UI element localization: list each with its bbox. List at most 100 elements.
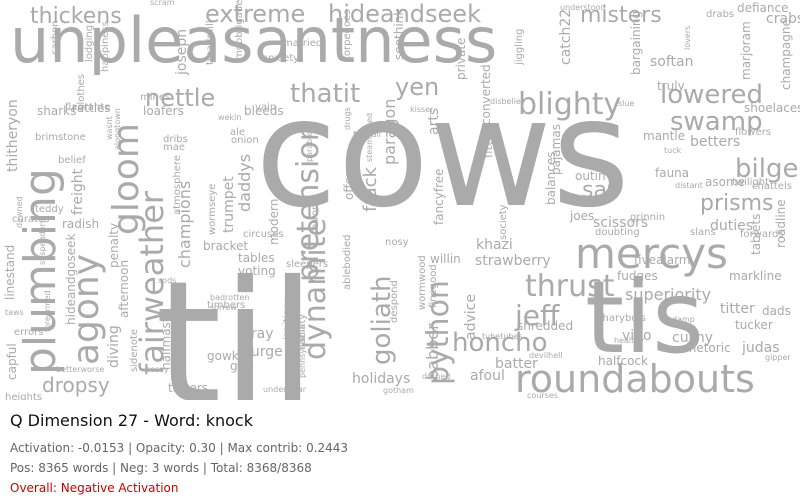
cloud-word: champagne [779, 19, 793, 90]
cloud-word: errors [14, 327, 43, 338]
cloud-word: sleepers [286, 259, 328, 270]
cloud-word: nosy [385, 237, 409, 248]
cloud-word: forwards [740, 229, 784, 240]
cloud-word: devilhell [529, 351, 563, 360]
cloud-word: bargaining [629, 11, 643, 75]
cloud-word: halfcock [598, 354, 648, 368]
cloud-word: bracket [203, 239, 248, 253]
cloud-word: torpedoes [342, 10, 353, 60]
cloud-word: marjoram [739, 21, 753, 80]
cloud-word: teddy [35, 204, 64, 215]
cloud-word: markline [729, 269, 782, 283]
cloud-word: vain [255, 102, 276, 113]
cloud-word: drugs [343, 107, 352, 130]
caption-overall: Overall: Negative Activation [10, 481, 179, 495]
cloud-word: wekin [218, 113, 241, 122]
caption-title: Q Dimension 27 - Word: knock [10, 411, 253, 430]
cloud-word: yen [395, 73, 439, 101]
cloud-word: gtfo [230, 359, 254, 373]
cloud-word: rhetoric [684, 341, 731, 355]
cloud-word: thatit [290, 79, 360, 109]
cloud-word: sods [158, 276, 176, 285]
cloud-word: thitheryon [5, 99, 21, 172]
cloud-word: wasnt [105, 116, 114, 140]
cloud-word: flowers [735, 127, 771, 138]
cloud-word: underwear [263, 385, 307, 394]
cloud-word: freight [70, 168, 86, 215]
cloud-word: society [498, 204, 509, 240]
cloud-word: carbon [50, 20, 61, 55]
cloud-word: tucker [735, 318, 773, 332]
cloud-word: wormseye [207, 184, 218, 235]
cloud-word: fivealarm [634, 253, 691, 267]
cloud-word: wormwood [417, 255, 428, 310]
caption-panel: Q Dimension 27 - Word: knock Activation:… [0, 400, 800, 500]
cloud-word: shoelaces [744, 101, 800, 115]
cloud-word: halfmast [159, 317, 173, 370]
cloud-word: doubting [595, 227, 640, 238]
cloud-word: paragon [380, 99, 399, 165]
cloud-word: hideandgoseek [64, 234, 78, 325]
cloud-word: ablebodied [342, 235, 353, 291]
cloud-word: grinnin [630, 212, 665, 223]
cloud-word: tuck [664, 146, 682, 155]
cloud-word: mae [163, 142, 185, 153]
cloud-word: mines [140, 92, 170, 103]
cloud-word: willin [430, 252, 461, 266]
cloud-word: brimstone [35, 132, 86, 143]
cloud-word: joes [569, 209, 594, 223]
cloud-word: seethink [392, 9, 406, 60]
cloud-word: trumpet [221, 176, 237, 233]
cloud-word: drabs [706, 9, 734, 20]
cloud-word: pennsylvania [298, 325, 307, 378]
cloud-word: catch22 [558, 9, 574, 65]
cloud-word: daddys [235, 154, 254, 212]
cloud-word: happiness [100, 21, 111, 72]
cloud-word: bray [242, 326, 274, 342]
cloud-word: belief [58, 155, 86, 166]
cloud-word: betters [690, 134, 740, 150]
cloud-word: linestand [3, 245, 17, 300]
cloud-word: treadmill [205, 20, 216, 65]
cloud-word: appointment [283, 299, 292, 350]
cloud-word: finegood [428, 264, 439, 308]
cloud-word: voting [238, 264, 276, 278]
cloud-word: gipper [765, 353, 791, 362]
cloud-word: private [454, 38, 468, 80]
cloud-word: badrotten [210, 293, 249, 302]
cloud-word: outin [575, 169, 606, 183]
caption-word-counts: Pos: 8365 words | Neg: 3 words | Total: … [10, 461, 312, 475]
cloud-word: lovers [683, 26, 692, 50]
cloud-word: despond [389, 280, 400, 323]
cloud-word: roadline [774, 199, 788, 248]
cloud-word: slue [618, 99, 634, 108]
cloud-word: fudges [617, 269, 658, 283]
cloud-word: afternoon [117, 260, 131, 318]
cloud-word: offence [342, 155, 356, 200]
cloud-word: dads [762, 304, 791, 318]
cloud-word: suspenders [38, 219, 47, 265]
caption-activation-stats: Activation: -0.0153 | Opacity: 0.30 | Ma… [10, 441, 349, 455]
cloud-word: radish [62, 217, 99, 231]
cloud-word: dropsy [42, 373, 110, 397]
cloud-word: taws [5, 308, 24, 317]
cloud-word: gotham [383, 386, 414, 395]
cloud-word: holidays [352, 371, 410, 387]
cloud-word: nosey [145, 365, 169, 374]
cloud-word: mantle [643, 129, 685, 143]
cloud-word: alongtown [113, 108, 122, 150]
cloud-word: advice [463, 294, 479, 340]
word-cloud-svg: cowstil tisunpleasantnessmercysroundabout… [3, 0, 800, 400]
cloud-word: titter [720, 301, 755, 317]
cloud-word: terrors [310, 201, 321, 234]
cloud-word: disbelief [490, 97, 524, 106]
cloud-word: truly [657, 79, 685, 93]
cloud-word: married [283, 38, 322, 49]
cloud-word: tatters [168, 381, 208, 395]
cloud-word: tables [238, 251, 275, 265]
cloud-word: parables [305, 127, 314, 162]
cloud-word: fancyfree [432, 168, 446, 225]
cloud-word: slans [690, 227, 716, 238]
cloud-word: fittest [481, 122, 495, 158]
cloud-word: onion [231, 135, 259, 146]
